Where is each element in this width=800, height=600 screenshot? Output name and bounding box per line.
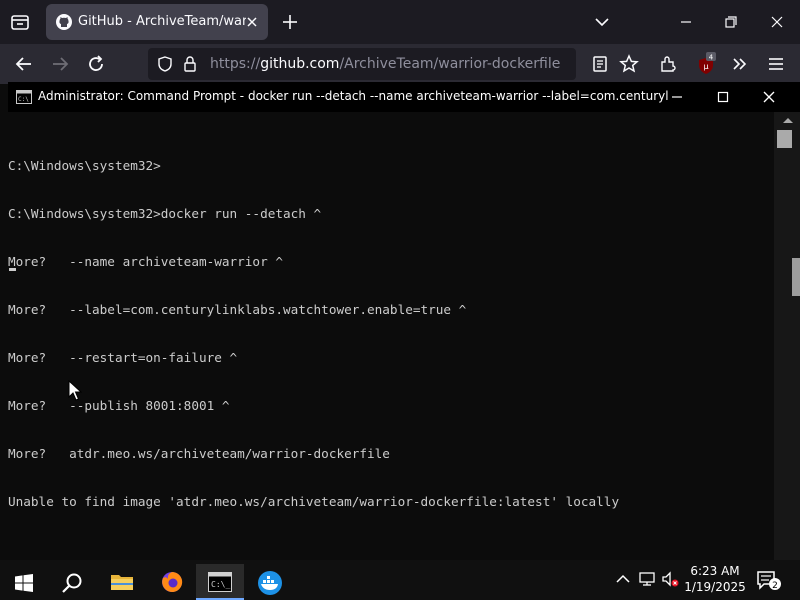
windows-logo-icon (15, 574, 33, 592)
command-prompt-window: C:\ Administrator: Command Prompt - dock… (8, 82, 800, 560)
reader-view-icon[interactable] (590, 54, 610, 74)
new-tab-icon[interactable] (280, 12, 300, 32)
search-button[interactable] (48, 564, 96, 600)
cmd-maximize-icon[interactable] (711, 86, 735, 108)
extensions-icon[interactable] (658, 54, 678, 74)
command-prompt-taskbar-button[interactable]: C:\_ (196, 564, 244, 600)
notification-count: 2 (772, 581, 778, 591)
cmd-app-icon: C:\ (16, 90, 32, 104)
cmd-window-title: Administrator: Command Prompt - docker r… (38, 89, 668, 103)
search-icon (62, 573, 82, 593)
folder-icon (111, 575, 133, 590)
close-window-icon[interactable] (767, 12, 787, 32)
shield-icon[interactable] (156, 55, 174, 73)
browser-tab-bar: GitHub - ArchiveTeam/warrior-dockerfile (0, 0, 800, 44)
back-icon[interactable] (14, 54, 34, 74)
console-line: More? --label=com.centurylinklabs.watcht… (8, 302, 467, 317)
hamburger-menu-icon[interactable] (766, 54, 786, 74)
firefox-button[interactable] (148, 564, 196, 600)
clock-date: 1/19/2025 (684, 580, 746, 594)
start-button[interactable] (0, 564, 48, 600)
scroll-thumb[interactable] (777, 130, 792, 148)
console-line: Unable to find image 'atdr.meo.ws/archiv… (8, 494, 620, 509)
firefox-icon (162, 571, 183, 592)
mouse-pointer-icon (68, 380, 82, 401)
clock-time: 6:23 AM (690, 564, 740, 578)
minimize-icon[interactable] (676, 12, 696, 32)
tab-title: GitHub - ArchiveTeam/warrior-dockerfile (78, 14, 246, 29)
console-line: More? --publish 8001:8001 ^ (8, 398, 230, 413)
console-line: More? --name archiveteam-warrior ^ (8, 254, 283, 269)
extension-badge: 4 (709, 54, 714, 62)
lock-icon[interactable] (182, 55, 198, 73)
console-line: More? --restart=on-failure ^ (8, 350, 238, 365)
docker-desktop-button[interactable] (246, 564, 294, 600)
svg-text:C:\_: C:\_ (211, 580, 230, 589)
close-tab-icon[interactable] (244, 14, 260, 30)
console-output[interactable]: C:\Windows\system32> C:\Windows\system32… (8, 126, 776, 556)
tab-github[interactable]: GitHub - ArchiveTeam/warrior-dockerfile (46, 4, 268, 40)
tab-list-icon[interactable] (8, 10, 32, 34)
system-clock[interactable]: 6:23 AM 1/19/2025 (682, 563, 748, 595)
bookmark-star-icon[interactable] (619, 54, 639, 74)
file-explorer-button[interactable] (98, 564, 146, 600)
notification-center-icon[interactable]: 2 (756, 569, 782, 591)
browser-nav-bar: https://github.com/ArchiveTeam/warrior-d… (0, 44, 800, 84)
restore-icon[interactable] (721, 12, 741, 32)
cmd-scrollbar[interactable] (774, 112, 800, 560)
browser-page-scrollbar[interactable] (792, 258, 800, 296)
url-bar[interactable]: https://github.com/ArchiveTeam/warrior-d… (148, 48, 576, 80)
svg-text:μ: μ (703, 62, 708, 71)
url-text[interactable]: https://github.com/ArchiveTeam/warrior-d… (210, 56, 560, 72)
svg-text:C:\: C:\ (18, 96, 29, 103)
github-icon (56, 14, 72, 30)
cmd-titlebar[interactable]: C:\ Administrator: Command Prompt - dock… (8, 82, 800, 112)
terminal-icon: C:\_ (208, 572, 232, 592)
windows-taskbar: C:\_ 6:23 AM 1/19/2025 2 (0, 560, 800, 600)
cmd-close-icon[interactable] (757, 86, 781, 108)
ublock-origin-icon[interactable]: μ 4 (695, 52, 717, 76)
volume-muted-icon[interactable] (661, 570, 679, 588)
text-cursor (9, 268, 16, 271)
console-line: More? atdr.meo.ws/archiveteam/warrior-do… (8, 446, 390, 461)
forward-icon[interactable] (50, 54, 70, 74)
docker-icon (258, 571, 282, 595)
cmd-minimize-icon[interactable] (665, 86, 689, 108)
show-hidden-icons-chevron-up-icon[interactable] (614, 570, 632, 588)
console-line: C:\Windows\system32>docker run --detach … (8, 206, 322, 221)
console-line: C:\Windows\system32> (8, 158, 161, 173)
chevron-double-right-icon[interactable] (730, 54, 750, 74)
reload-icon[interactable] (86, 54, 106, 74)
scroll-up-arrow-icon[interactable] (783, 118, 793, 123)
chevron-down-icon[interactable] (592, 12, 612, 32)
network-icon[interactable] (638, 570, 656, 588)
